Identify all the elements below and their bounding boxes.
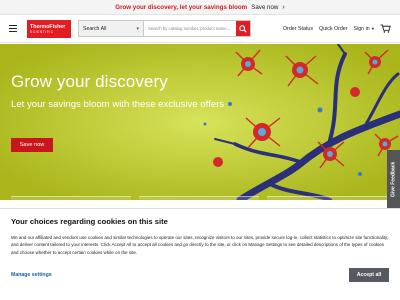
sign-in-label: Sign in [353, 25, 370, 32]
promo-text: Grow your discovery, let your savings bl… [115, 3, 248, 11]
give-feedback-tab[interactable]: Give Feedback [387, 150, 400, 208]
promo-bar[interactable]: Grow your discovery, let your savings bl… [0, 0, 400, 15]
search-button[interactable] [236, 21, 250, 36]
manage-settings-link[interactable]: Manage settings [11, 272, 52, 278]
chevron-right-icon: › [282, 3, 285, 11]
search-input[interactable] [144, 21, 236, 36]
chevron-down-icon: ▾ [371, 25, 374, 31]
header-nav: Order Status Quick Order Sign in ▾ [283, 24, 391, 33]
logo-subtext: SCIENTIFIC [30, 29, 54, 34]
cell-illustration [0, 44, 400, 200]
search-bar: Search All ▾ [78, 20, 251, 37]
cookie-actions: Manage settings Accept all [11, 268, 389, 282]
offer-card[interactable] [139, 196, 259, 200]
accept-all-button[interactable]: Accept all [349, 268, 389, 282]
sign-in-menu[interactable]: Sign in ▾ [354, 26, 374, 32]
promo-link[interactable]: Save now [251, 4, 278, 11]
offer-card[interactable] [267, 196, 387, 200]
cookie-title: Your choices regarding cookies on this s… [11, 217, 168, 226]
cart-icon[interactable] [380, 24, 391, 33]
cookie-banner: Your choices regarding cookies on this s… [0, 208, 400, 300]
hero-title: Grow your discovery [11, 72, 168, 91]
search-category-select[interactable]: Search All ▾ [79, 21, 144, 36]
order-status-link[interactable]: Order Status [283, 26, 313, 32]
search-category-label: Search All [83, 25, 107, 32]
quick-order-link[interactable]: Quick Order [319, 26, 348, 32]
hamburger-icon[interactable] [9, 25, 17, 32]
site-header: ThermoFisher SCIENTIFIC Search All ▾ Ord… [0, 15, 400, 43]
chevron-down-icon: ▾ [136, 25, 139, 32]
hero-subtitle: Let your savings bloom with these exclus… [11, 99, 225, 110]
hero-banner: Grow your discovery Let your savings blo… [0, 44, 400, 200]
search-icon [239, 24, 247, 33]
save-now-button[interactable]: Save now [11, 138, 53, 152]
offer-card[interactable] [11, 196, 131, 200]
brand-logo[interactable]: ThermoFisher SCIENTIFIC [27, 19, 71, 38]
cookie-description: We and our affiliated and vendors use co… [11, 235, 389, 255]
offer-cards [11, 196, 387, 200]
page: Grow your discovery, let your savings bl… [0, 0, 400, 300]
